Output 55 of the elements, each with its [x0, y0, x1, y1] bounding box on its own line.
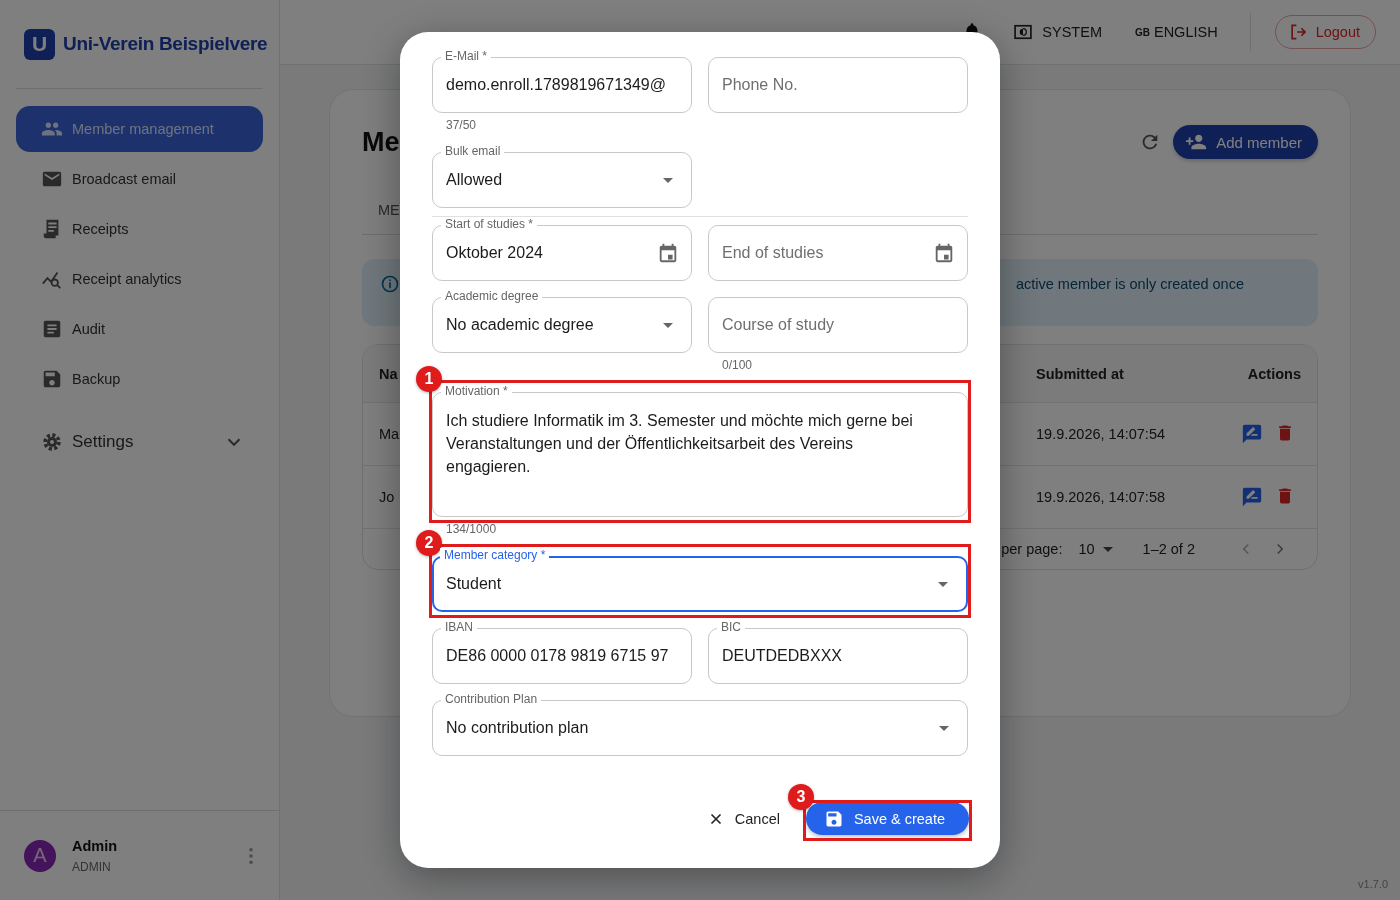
nav-item[interactable]: Settings — [16, 419, 263, 465]
calendar-icon — [933, 242, 955, 264]
table-cell: 19.9.2026, 14:07:58 — [1036, 489, 1165, 505]
column-header: Na — [379, 365, 398, 382]
language-button[interactable]: GB ENGLISH — [1134, 24, 1218, 40]
caret-down-icon — [1102, 546, 1113, 552]
flag-code: GB — [1134, 26, 1150, 38]
table-cell: Jo — [379, 489, 395, 505]
character-counter: 37/50 — [445, 117, 478, 134]
contrast-icon — [1013, 22, 1034, 42]
user-name: Admin — [72, 837, 119, 854]
cancel-button[interactable]: Cancel — [702, 809, 784, 828]
calendar-icon — [657, 242, 679, 264]
theme-button[interactable]: SYSTEM — [1013, 22, 1102, 42]
field-label: Academic degree — [441, 289, 543, 304]
page-range: 1–2 of 2 — [1142, 541, 1195, 557]
character-counter: 0/100 — [721, 357, 754, 374]
table-cell: Ma — [379, 426, 400, 442]
rows-per-page-select[interactable]: 10 — [1078, 541, 1113, 557]
tab[interactable]: ME — [362, 186, 416, 234]
nav-item[interactable]: Backup — [16, 356, 263, 402]
save-create-button[interactable]: Save & create — [805, 802, 969, 835]
step-number: 2 — [416, 530, 442, 556]
page-title: Me — [362, 126, 400, 158]
nav-item[interactable]: Broadcast email — [16, 156, 263, 202]
dropdown-caret-icon — [663, 177, 673, 183]
nav-item[interactable]: Audit — [16, 306, 263, 352]
column-header: Submitted at — [1036, 365, 1124, 382]
edit-icon — [1241, 423, 1263, 445]
nav-item[interactable]: Receipt analytics — [16, 256, 263, 302]
column-header: Actions — [1246, 365, 1302, 382]
add-member-button[interactable]: Add member — [1173, 125, 1318, 159]
language-label: ENGLISH — [1153, 24, 1218, 40]
info-icon — [380, 274, 400, 294]
info-text: active member is only created once — [1015, 275, 1245, 293]
nav-item[interactable]: Receipts — [16, 206, 263, 252]
logo-icon: U — [24, 28, 55, 60]
user-role: ADMIN — [72, 859, 112, 874]
more-icon[interactable] — [249, 847, 253, 864]
dropdown-caret-icon — [663, 322, 673, 328]
step-number: 1 — [416, 366, 442, 392]
step-number: 3 — [787, 784, 814, 810]
field-label: Member category * — [440, 548, 550, 563]
document-icon — [41, 318, 63, 340]
settings-icon — [41, 431, 63, 453]
table-cell: 19.9.2026, 14:07:54 — [1036, 426, 1165, 442]
logout-button[interactable]: Logout — [1274, 15, 1376, 49]
edit-icon — [1241, 486, 1263, 508]
dropdown-caret-icon — [939, 725, 949, 731]
rows-per-page-label: per page: — [1001, 541, 1063, 557]
nav-item[interactable]: Member management — [16, 106, 263, 152]
character-counter: 134/1000 — [445, 521, 498, 538]
user-avatar: A — [24, 839, 56, 872]
app-name: Uni-Verein Beispielvere — [63, 33, 268, 55]
dropdown-caret-icon — [938, 581, 948, 587]
